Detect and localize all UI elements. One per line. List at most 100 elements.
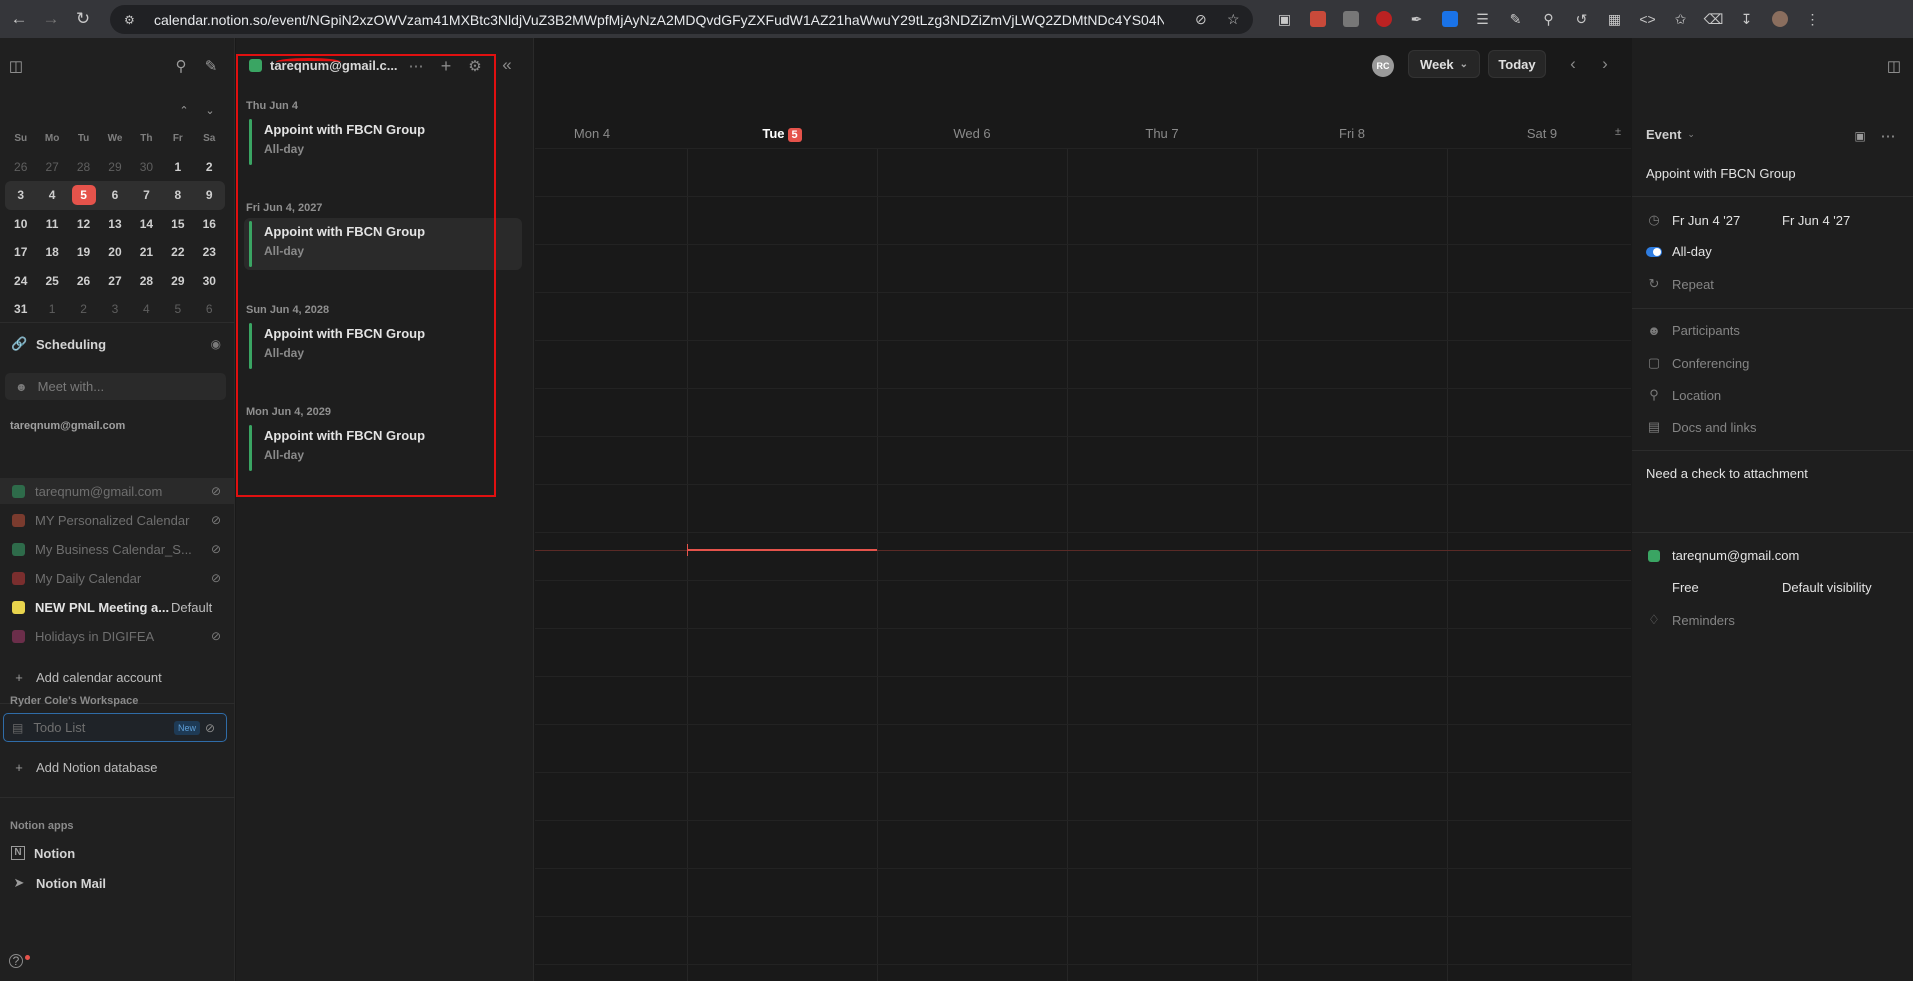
user-avatar[interactable]: RC xyxy=(1372,55,1394,77)
day-header[interactable]: Wed 6 xyxy=(877,126,1067,141)
puzzle-extension-icon[interactable]: ✎ xyxy=(1499,7,1532,31)
star-extension-icon[interactable]: ✩ xyxy=(1664,7,1697,31)
mini-calendar-day[interactable]: 30 xyxy=(194,274,225,288)
bookmark-star-icon[interactable]: ☆ xyxy=(1227,11,1240,28)
mini-calendar-day[interactable]: 17 xyxy=(5,245,36,259)
add-calendar-account-button[interactable]: + Add calendar account xyxy=(0,664,235,690)
sidebar-toggle-icon[interactable]: ◫ xyxy=(6,56,26,76)
mini-calendar-day[interactable]: 6 xyxy=(99,188,130,202)
view-selector[interactable]: Week ⌄ xyxy=(1408,50,1480,78)
mini-calendar-day[interactable]: 3 xyxy=(5,188,36,202)
docs-row[interactable]: ▤ Docs and links xyxy=(1646,419,1757,435)
mini-calendar-day[interactable]: 21 xyxy=(131,245,162,259)
collapse-panel-icon[interactable]: « xyxy=(497,55,517,75)
mini-calendar-day[interactable]: 24 xyxy=(5,274,36,288)
calendar-item[interactable]: Holidays in DIGIFEA ⊘ xyxy=(0,623,235,649)
event-start-date[interactable]: Fr Jun 4 '27 xyxy=(1672,213,1740,228)
day-header[interactable]: Sat 9 xyxy=(1447,126,1637,141)
event-item[interactable]: Appoint with FBCN Group All-day xyxy=(244,218,522,270)
trash-icon[interactable]: ⌫ xyxy=(1697,7,1730,31)
mini-calendar-day[interactable]: 28 xyxy=(131,274,162,288)
calendar-item[interactable]: My Daily Calendar ⊘ xyxy=(0,565,235,591)
mini-calendar-day[interactable]: 6 xyxy=(194,302,225,316)
mini-calendar-day[interactable]: 12 xyxy=(68,217,99,231)
mini-calendar-day[interactable]: 28 xyxy=(68,160,99,174)
mini-calendar-day[interactable]: 29 xyxy=(162,274,193,288)
mini-calendar-day[interactable]: 22 xyxy=(162,245,193,259)
event-description[interactable]: Need a check to attachment xyxy=(1646,466,1808,481)
mini-calendar-day[interactable]: 9 xyxy=(194,188,225,202)
mini-calendar-day[interactable]: 26 xyxy=(5,160,36,174)
repeat-row[interactable]: ↻ Repeat xyxy=(1646,276,1714,292)
notion-mail-link[interactable]: ➤ Notion Mail xyxy=(0,870,235,896)
visibility-off-icon[interactable]: ⊘ xyxy=(211,542,221,556)
mini-calendar-day[interactable]: 20 xyxy=(99,245,130,259)
visibility-icon[interactable]: ◉ xyxy=(211,337,221,351)
camera-extension-icon[interactable]: ▣ xyxy=(1268,7,1301,31)
day-header[interactable]: Thu 7 xyxy=(1067,126,1257,141)
calendar-color-swatch[interactable] xyxy=(12,513,25,527)
availability-label[interactable]: Free xyxy=(1672,580,1699,595)
mini-calendar-day[interactable]: 8 xyxy=(162,188,193,202)
forward-icon[interactable]: → xyxy=(36,4,66,34)
window-icon[interactable]: ▦ xyxy=(1598,7,1631,31)
mini-calendar-day[interactable]: 3 xyxy=(99,302,130,316)
visibility-off-icon[interactable]: ⊘ xyxy=(205,721,215,735)
help-icon[interactable]: ? xyxy=(9,954,23,968)
search-icon[interactable]: ⚲ xyxy=(171,56,191,76)
mini-calendar-day[interactable]: 29 xyxy=(99,160,130,174)
mini-calendar-day[interactable]: 15 xyxy=(162,217,193,231)
focus-icon[interactable]: ▣ xyxy=(1850,126,1870,146)
address-bar[interactable]: ⚙ calendar.notion.so/event/NGpiN2xzOWVza… xyxy=(110,5,1253,34)
mini-calendar-day[interactable]: 27 xyxy=(99,274,130,288)
day-header[interactable]: Mon 4 xyxy=(497,126,687,141)
grey-extension-icon[interactable] xyxy=(1334,7,1367,31)
mini-calendar-day[interactable]: 4 xyxy=(131,302,162,316)
mini-calendar-day[interactable]: 2 xyxy=(194,160,225,174)
calendar-item[interactable]: My Business Calendar_S... ⊘ xyxy=(0,536,235,562)
mini-calendar-day[interactable]: 4 xyxy=(36,188,67,202)
mini-calendar-day[interactable]: 31 xyxy=(5,302,36,316)
more-options-icon[interactable]: ⋯ xyxy=(406,56,426,76)
add-event-icon[interactable]: + xyxy=(436,56,456,76)
profile-avatar-icon[interactable] xyxy=(1763,7,1796,31)
reload-icon[interactable]: ↻ xyxy=(68,4,98,34)
notion-app-link[interactable]: N Notion xyxy=(0,840,235,866)
mini-calendar-day[interactable]: 16 xyxy=(194,217,225,231)
calendar-color-swatch[interactable] xyxy=(12,629,25,643)
mini-calendar-day[interactable]: 10 xyxy=(5,217,36,231)
visibility-off-icon[interactable]: ⊘ xyxy=(211,571,221,585)
browser-menu-icon[interactable]: ⋮ xyxy=(1796,7,1829,31)
mini-calendar-day[interactable]: 11 xyxy=(36,217,67,231)
today-button[interactable]: Today xyxy=(1488,50,1546,78)
event-type-selector[interactable]: Event ⌄ xyxy=(1646,127,1695,142)
calendar-item[interactable]: MY Personalized Calendar ⊘ xyxy=(0,507,235,533)
mini-calendar-day[interactable]: 27 xyxy=(36,160,67,174)
add-notion-database-button[interactable]: + Add Notion database xyxy=(0,754,235,780)
site-info-icon[interactable]: ⚙ xyxy=(124,12,140,28)
day-header[interactable]: Fri 8 xyxy=(1257,126,1447,141)
mini-calendar-day[interactable]: 5 xyxy=(162,302,193,316)
visibility-off-icon[interactable]: ⊘ xyxy=(211,513,221,527)
mini-calendar-day[interactable]: 19 xyxy=(68,245,99,259)
bing-extension-icon[interactable] xyxy=(1433,7,1466,31)
visibility-off-icon[interactable]: ⊘ xyxy=(211,629,221,643)
event-date-row[interactable]: ◷ Fr Jun 4 '27 Fr Jun 4 '27 xyxy=(1646,212,1850,228)
mini-calendar-day[interactable]: 30 xyxy=(131,160,162,174)
eye-off-icon[interactable]: ⊘ xyxy=(1195,11,1207,28)
meet-with-input[interactable]: ☻ Meet with... xyxy=(5,373,226,400)
event-item[interactable]: Appoint with FBCN Group All-day xyxy=(244,320,522,372)
next-week-icon[interactable]: › xyxy=(1595,54,1615,74)
allday-toggle[interactable] xyxy=(1646,246,1662,257)
event-calendar-row[interactable]: tareqnum@gmail.com xyxy=(1646,548,1799,563)
compose-icon[interactable]: ✎ xyxy=(201,56,221,76)
mini-calendar-day[interactable]: 23 xyxy=(194,245,225,259)
mini-calendar-day[interactable]: 1 xyxy=(36,302,67,316)
scheduling-item[interactable]: 🔗 Scheduling ◉ xyxy=(0,331,235,357)
calendar-item[interactable]: NEW PNL Meeting a... Default xyxy=(0,594,235,620)
event-title[interactable]: Appoint with FBCN Group xyxy=(1646,166,1796,181)
event-item[interactable]: Appoint with FBCN Group All-day xyxy=(244,116,522,168)
history-icon[interactable]: ↺ xyxy=(1565,7,1598,31)
s-extension-icon[interactable] xyxy=(1367,7,1400,31)
mini-calendar-day[interactable]: 25 xyxy=(36,274,67,288)
